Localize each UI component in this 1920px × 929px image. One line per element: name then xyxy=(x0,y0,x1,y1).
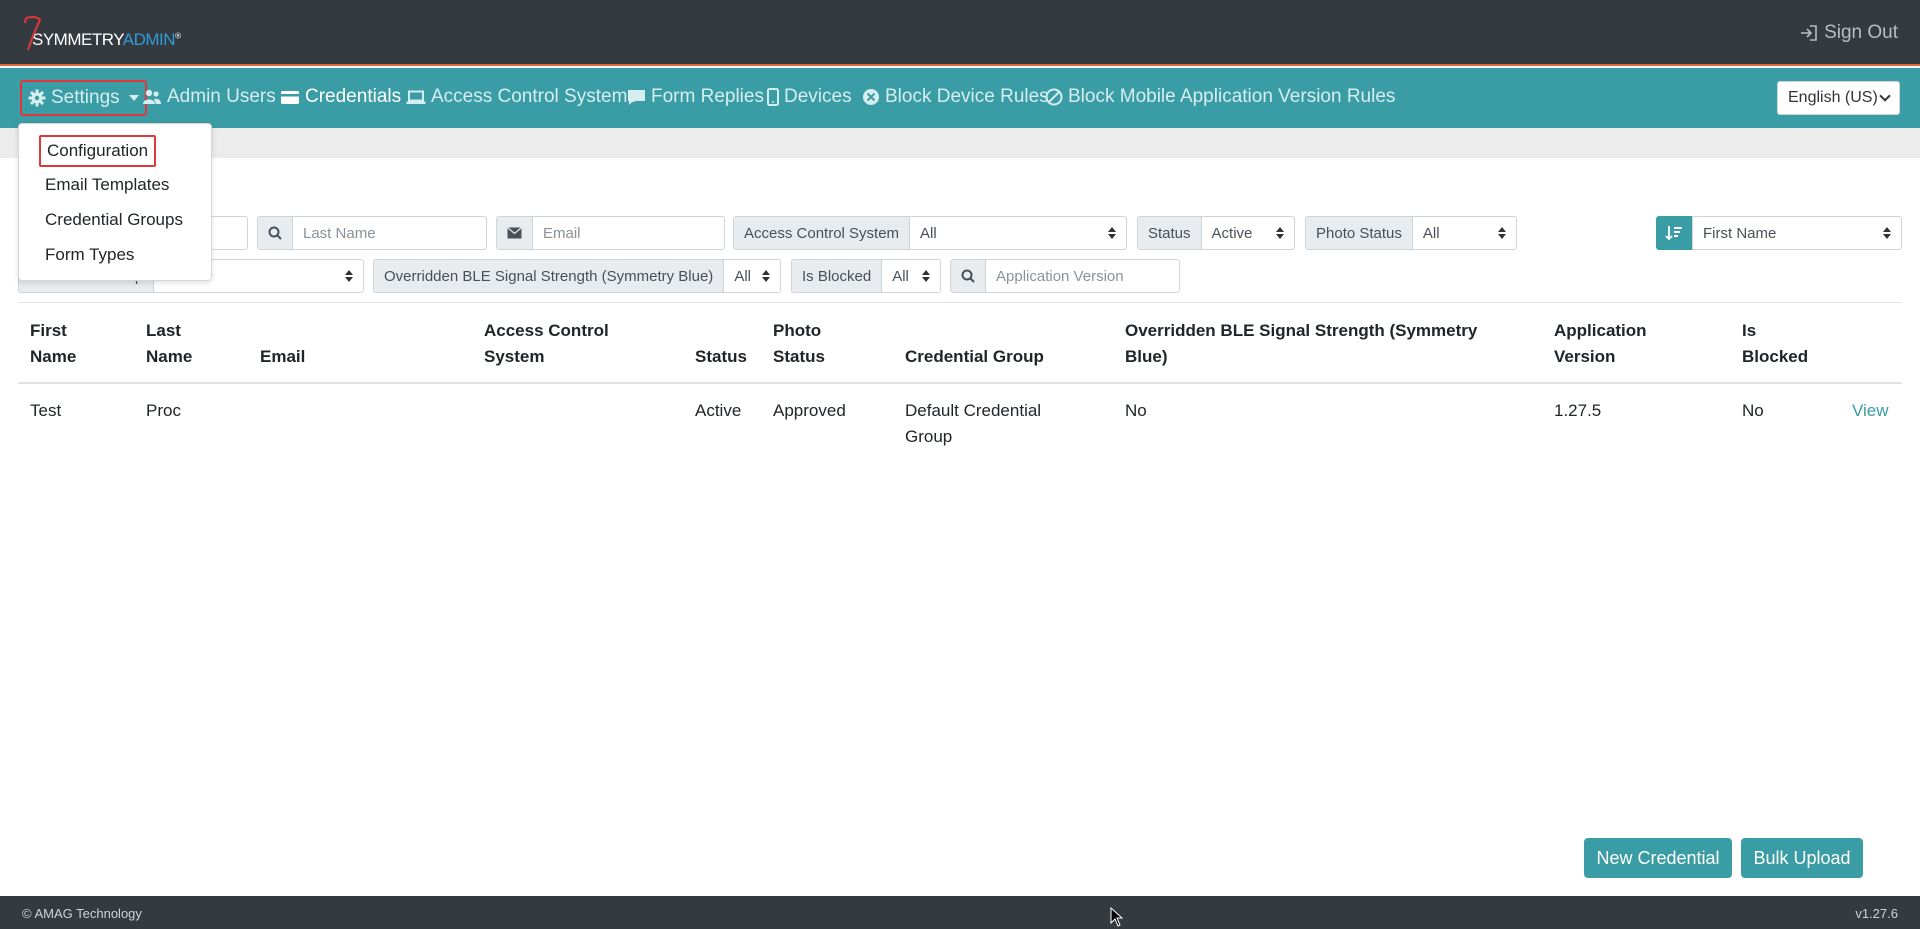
chevron-down-icon xyxy=(1879,90,1891,102)
nav-devices[interactable]: Devices xyxy=(767,86,852,108)
mobile-icon xyxy=(767,88,779,106)
select-arrows-icon xyxy=(1276,227,1284,239)
times-circle-icon xyxy=(863,89,879,105)
cell-first-name: Test xyxy=(30,401,62,420)
column-header-last-name[interactable]: Last Name xyxy=(146,318,192,370)
settings-dropdown-menu: Configuration Email Templates Credential… xyxy=(18,123,212,281)
nav-settings[interactable]: Settings xyxy=(20,80,147,116)
column-header-first-name[interactable]: First Name xyxy=(30,318,76,370)
email-filter[interactable]: Email xyxy=(496,216,725,250)
top-header: SYMMETRYADMIN® Sign Out xyxy=(0,0,1920,66)
nav-form-replies[interactable]: Form Replies xyxy=(627,86,764,108)
nav-block-device-rules[interactable]: Block Device Rules xyxy=(862,86,1049,108)
search-icon xyxy=(961,269,975,283)
breadcrumb-strip xyxy=(0,128,1920,158)
search-icon xyxy=(268,226,282,240)
cell-last-name: Proc xyxy=(146,401,181,420)
cell-application-version: 1.27.5 xyxy=(1554,401,1602,420)
nav-credentials[interactable]: Credentials xyxy=(280,86,401,108)
cell-photo-status: Approved xyxy=(773,401,846,420)
ble-signal-filter[interactable]: Overridden BLE Signal Strength (Symmetry… xyxy=(373,259,781,293)
nav-access-control-systems[interactable]: Access Control Systems xyxy=(406,86,637,108)
photo-status-filter[interactable]: Photo Status All xyxy=(1305,216,1517,250)
credential-card-icon xyxy=(281,90,299,104)
footer: © AMAG Technology v1.27.6 xyxy=(0,896,1920,929)
select-arrows-icon xyxy=(762,270,770,282)
symmetry-admin-logo[interactable]: SYMMETRYADMIN® xyxy=(22,14,181,54)
menu-item-configuration[interactable]: Configuration xyxy=(39,135,157,167)
select-arrows-icon xyxy=(345,270,353,282)
mouse-cursor-icon xyxy=(1110,907,1124,927)
cell-status: Active xyxy=(695,401,742,420)
column-header-ble-signal[interactable]: Overridden BLE Signal Strength (Symmetry… xyxy=(1125,318,1477,370)
application-version-placeholder: Application Version xyxy=(996,267,1124,285)
bulk-upload-button[interactable]: Bulk Upload xyxy=(1741,838,1863,878)
nav-settings-label: Settings xyxy=(51,87,120,108)
logo-mark-icon xyxy=(24,15,42,51)
column-header-credential-group[interactable]: Credential Group xyxy=(905,344,1044,370)
cell-ble-signal: No xyxy=(1125,401,1147,420)
cell-credential-group: Default Credential Group xyxy=(905,401,1042,446)
cell-is-blocked: No xyxy=(1742,401,1764,420)
sign-out-icon xyxy=(1801,25,1817,41)
column-header-status[interactable]: Status xyxy=(695,344,747,370)
logo-admin-text: ADMIN xyxy=(122,30,176,49)
column-header-access-control-system[interactable]: Access Control System xyxy=(484,318,609,370)
caret-down-icon xyxy=(128,95,139,101)
gear-icon xyxy=(28,89,46,107)
nav-block-mobile-rules[interactable]: Block Mobile Application Version Rules xyxy=(1045,86,1395,108)
menu-item-email-templates[interactable]: Email Templates xyxy=(45,175,169,195)
sign-out-link[interactable]: Sign Out xyxy=(1800,22,1898,44)
comment-icon xyxy=(628,89,645,105)
column-header-photo-status[interactable]: Photo Status xyxy=(773,318,825,370)
menu-item-form-types[interactable]: Form Types xyxy=(45,245,134,265)
column-header-application-version[interactable]: Application Version xyxy=(1554,318,1647,370)
select-arrows-icon xyxy=(1883,227,1891,239)
last-name-filter[interactable]: Last Name xyxy=(257,216,487,250)
language-select[interactable]: English (US) xyxy=(1777,81,1900,115)
application-version-filter[interactable]: Application Version xyxy=(950,259,1180,293)
column-header-email[interactable]: Email xyxy=(260,344,305,370)
sign-out-label: Sign Out xyxy=(1824,22,1898,43)
users-icon xyxy=(143,89,161,104)
select-arrows-icon xyxy=(1108,227,1116,239)
view-link[interactable]: View xyxy=(1852,398,1889,424)
sort-amount-icon xyxy=(1665,226,1682,241)
menu-item-credential-groups[interactable]: Credential Groups xyxy=(45,210,183,230)
envelope-icon xyxy=(507,227,522,239)
nav-admin-users[interactable]: Admin Users xyxy=(142,86,276,108)
select-arrows-icon xyxy=(1498,227,1506,239)
new-credential-button[interactable]: New Credential xyxy=(1584,838,1732,878)
is-blocked-filter[interactable]: Is Blocked All xyxy=(791,259,941,293)
email-placeholder: Email xyxy=(543,224,581,242)
sort-direction-button[interactable] xyxy=(1656,216,1692,250)
laptop-icon xyxy=(406,90,426,104)
column-header-is-blocked[interactable]: Is Blocked xyxy=(1742,318,1808,370)
select-arrows-icon xyxy=(922,270,930,282)
table-top-border xyxy=(18,302,1902,303)
ban-icon xyxy=(1045,88,1063,106)
footer-copyright: © AMAG Technology xyxy=(22,906,142,921)
sort-field-select[interactable]: First Name xyxy=(1692,216,1902,250)
access-control-system-filter[interactable]: Access Control System All xyxy=(733,216,1127,250)
main-nav: Settings Admin Users Credentials Access … xyxy=(0,68,1920,128)
last-name-placeholder: Last Name xyxy=(303,224,376,242)
status-filter[interactable]: Status Active xyxy=(1137,216,1295,250)
footer-version: v1.27.6 xyxy=(1855,906,1898,921)
table-header-border xyxy=(18,382,1902,384)
